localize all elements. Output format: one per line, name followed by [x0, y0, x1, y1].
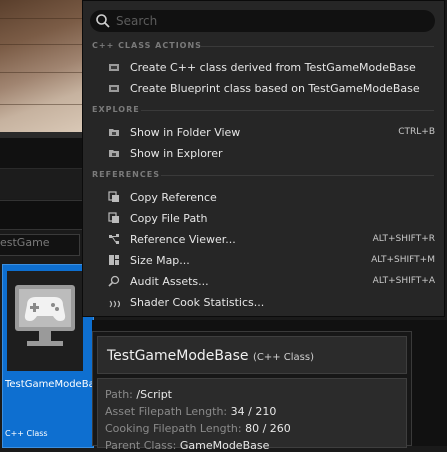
cpp-class-icon	[109, 64, 119, 71]
tooltip-title-text: TestGameModeBase	[107, 348, 249, 364]
tooltip-cooking-filepath-label: Cooking Filepath Length:	[105, 422, 242, 435]
tooltip-path-row: Path: /Script	[105, 388, 172, 401]
tooltip-header: TestGameModeBase (C++ Class)	[97, 336, 407, 374]
asset-thumbnail	[7, 271, 83, 371]
menu-item-label: Copy File Path	[130, 212, 208, 225]
explorer-folder-icon	[109, 150, 119, 157]
search-box[interactable]	[90, 10, 435, 32]
tooltip-path-value: /Script	[136, 388, 172, 401]
menu-item-label: Create C++ class derived from TestGameMo…	[130, 61, 416, 74]
divider	[161, 175, 434, 176]
menu-item-shortcut: ALT+SHIFT+A	[372, 276, 435, 286]
menu-item-label: Show in Explorer	[130, 147, 223, 160]
asset-name: TestGameModeBase	[5, 379, 107, 390]
menu-item-shader-cook-statistics[interactable]: Shader Cook Statistics...	[83, 292, 444, 313]
copy-file-path-icon	[108, 212, 119, 223]
menu-item-show-in-explorer[interactable]: Show in Explorer	[83, 143, 444, 164]
tooltip-asset-filepath-row: Asset Filepath Length: 34 / 210	[105, 405, 276, 418]
tooltip-title: TestGameModeBase (C++ Class)	[107, 348, 314, 364]
content-browser-filter-bar	[0, 168, 82, 199]
menu-item-shortcut: ALT+SHIFT+R	[372, 234, 435, 244]
tooltip-asset-filepath-label: Asset Filepath Length:	[105, 405, 228, 418]
menu-item-label: Show in Folder View	[130, 126, 241, 139]
divider	[141, 110, 434, 111]
section-cpp-class-actions: C++ CLASS ACTIONS	[92, 41, 202, 50]
tooltip-cooking-filepath-value: 80 / 260	[245, 422, 291, 435]
search-icon	[96, 14, 110, 28]
size-map-icon	[109, 255, 119, 265]
copy-reference-icon	[108, 191, 119, 202]
menu-item-shortcut: CTRL+B	[398, 127, 435, 137]
menu-item-label: Size Map...	[130, 254, 190, 267]
reference-viewer-icon	[109, 234, 119, 244]
menu-item-create-cpp-class[interactable]: Create C++ class derived from TestGameMo…	[83, 57, 444, 78]
menu-item-label: Reference Viewer...	[130, 233, 236, 246]
tooltip-details: Path: /Script Asset Filepath Length: 34 …	[97, 378, 407, 452]
menu-item-label: Copy Reference	[130, 191, 217, 204]
section-references: REFERENCES	[92, 170, 160, 179]
viewport-floor	[0, 0, 82, 132]
asset-tile-testgamemodebase[interactable]: TestGameModeBase C++ Class	[2, 264, 107, 448]
tooltip-cooking-filepath-row: Cooking Filepath Length: 80 / 260	[105, 422, 291, 435]
context-menu: C++ CLASS ACTIONS Create C++ class deriv…	[82, 0, 445, 317]
divider	[201, 46, 434, 47]
menu-item-copy-file-path[interactable]: Copy File Path	[83, 208, 444, 229]
folder-icon	[109, 129, 119, 136]
menu-item-audit-assets[interactable]: Audit Assets... ALT+SHIFT+A	[83, 271, 444, 292]
section-explore: EXPLORE	[92, 105, 140, 114]
asset-tooltip: TestGameModeBase (C++ Class) Path: /Scri…	[92, 331, 412, 452]
menu-item-size-map[interactable]: Size Map... ALT+SHIFT+M	[83, 250, 444, 271]
audit-assets-icon	[108, 275, 120, 287]
gamepad-monitor-icon	[15, 285, 75, 346]
content-browser-toolbar	[0, 138, 82, 168]
menu-item-create-blueprint-class[interactable]: Create Blueprint class based on TestGame…	[83, 78, 444, 99]
tooltip-subtitle: (C++ Class)	[252, 352, 314, 363]
menu-item-label: Audit Assets...	[130, 275, 209, 288]
search-input[interactable]	[116, 12, 426, 30]
blueprint-class-icon	[109, 85, 119, 92]
menu-item-copy-reference[interactable]: Copy Reference	[83, 187, 444, 208]
menu-item-show-in-folder-view[interactable]: Show in Folder View CTRL+B	[83, 122, 444, 143]
asset-type: C++ Class	[5, 429, 48, 438]
tooltip-path-label: Path:	[105, 388, 133, 401]
menu-item-shortcut: ALT+SHIFT+M	[371, 255, 435, 265]
menu-item-label: Create Blueprint class based on TestGame…	[130, 82, 420, 95]
tooltip-asset-filepath-value: 34 / 210	[230, 405, 277, 418]
content-browser-path-bar	[0, 200, 82, 230]
menu-item-reference-viewer[interactable]: Reference Viewer... ALT+SHIFT+R	[83, 229, 444, 250]
folder-path-text: estGame	[0, 236, 50, 249]
shader-cook-icon	[109, 300, 120, 308]
menu-item-label: Shader Cook Statistics...	[130, 296, 265, 309]
